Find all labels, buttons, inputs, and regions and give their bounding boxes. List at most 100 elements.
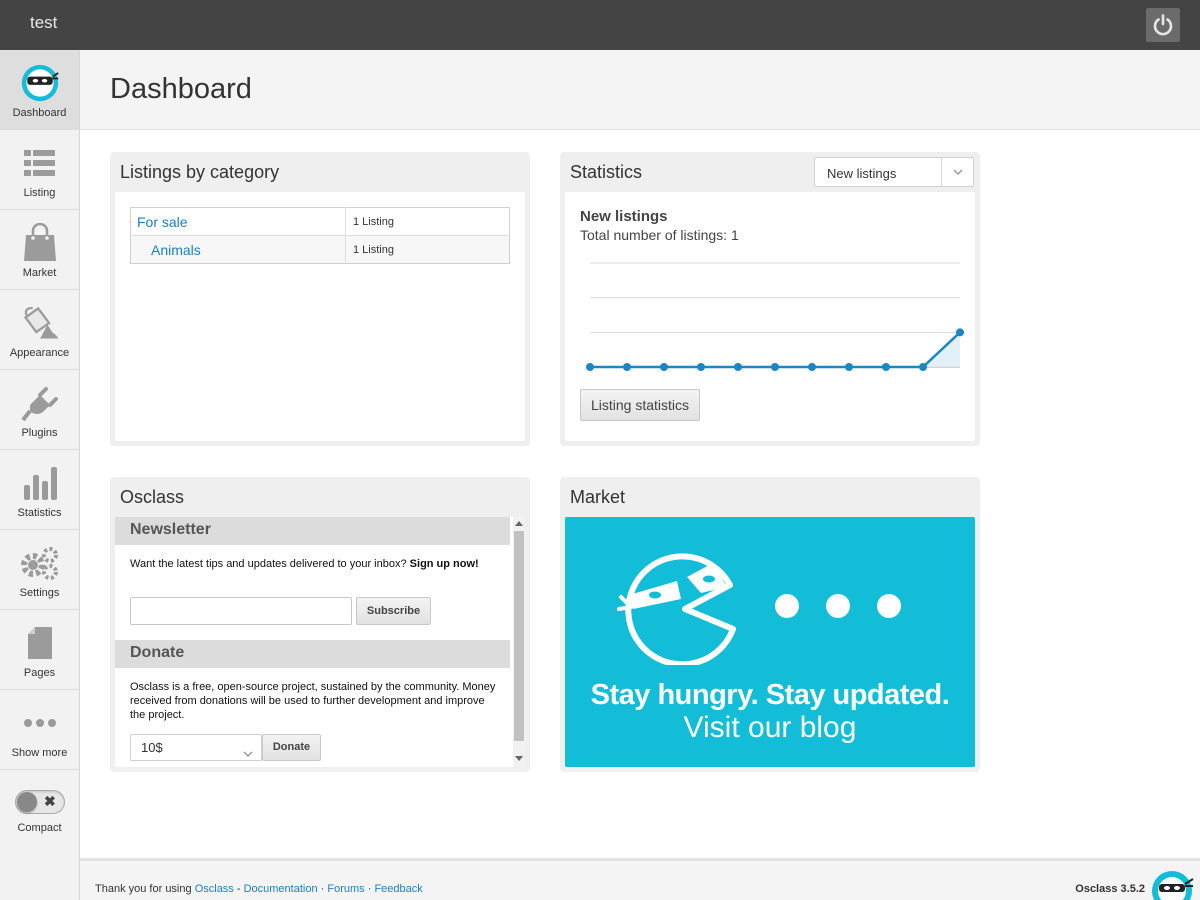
scroll-thumb[interactable]	[514, 531, 524, 741]
osclass-widget: Osclass Newsletter Want the latest tips …	[110, 477, 530, 772]
chart-point[interactable]	[623, 363, 631, 371]
banner-link-text[interactable]: Visit our blog	[565, 711, 975, 745]
chevron-down-icon	[243, 744, 253, 762]
sidebar-item-label: Dashboard	[12, 107, 67, 119]
statistics-widget: Statistics New listings New listings Tot…	[560, 152, 980, 446]
newsletter-text-main: Want the latest tips and updates deliver…	[130, 558, 407, 570]
scroll-down-icon[interactable]	[515, 756, 523, 762]
widget-title: Market	[570, 487, 626, 507]
compact-toggle-item: ✖ Compact	[0, 770, 79, 850]
subscribe-button[interactable]: Subscribe	[356, 597, 431, 625]
compact-label: Compact	[17, 822, 62, 834]
listing-count: 1 Listing	[345, 235, 510, 264]
donation-amount-select[interactable]: 10$	[130, 734, 262, 761]
listing-count: 1 Listing	[345, 207, 510, 236]
chart-point[interactable]	[956, 328, 964, 337]
sidebar-item-dashboard[interactable]: Dashboard	[0, 50, 79, 130]
widget-body: New listings Total number of listings: 1…	[565, 192, 975, 441]
chart-point[interactable]	[660, 363, 668, 371]
compact-toggle[interactable]: ✖	[15, 790, 65, 814]
power-icon	[1153, 14, 1173, 36]
chart-point[interactable]	[586, 363, 594, 371]
more-dots-icon	[20, 703, 60, 743]
page-title: Dashboard	[110, 73, 252, 105]
logout-button[interactable]	[1146, 8, 1180, 42]
donate-text: Osclass is a free, open-source project, …	[130, 681, 496, 721]
site-name-link[interactable]: test	[30, 13, 57, 33]
table-row: Animals 1 Listing	[130, 235, 510, 264]
donate-section-header: Donate	[115, 640, 510, 668]
sidebar-item-label: Settings	[19, 587, 60, 599]
sidebar: Dashboard Listing Market Appearance Plug…	[0, 50, 80, 900]
footer-link-feedback[interactable]: Feedback	[374, 883, 422, 895]
select-value: New listings	[827, 166, 897, 181]
plug-icon	[20, 383, 60, 423]
table-row: For sale 1 Listing	[130, 207, 510, 236]
chart-point[interactable]	[882, 363, 890, 371]
sidebar-item-label: Pages	[23, 667, 56, 679]
dots-icon	[775, 594, 901, 618]
newsletter-text: Want the latest tips and updates deliver…	[130, 557, 495, 571]
footer-link-osclass[interactable]: Osclass	[195, 883, 234, 895]
sidebar-item-label: Listing	[23, 187, 56, 199]
shopping-bag-icon	[20, 223, 60, 263]
category-table: For sale 1 Listing Animals 1 Listing	[130, 207, 510, 264]
chart-point[interactable]	[771, 363, 779, 371]
chart-point[interactable]	[845, 363, 853, 371]
chart-point[interactable]	[734, 363, 742, 371]
sidebar-item-appearance[interactable]: Appearance	[0, 290, 79, 370]
category-link[interactable]: Animals	[130, 235, 346, 264]
blog-banner[interactable]: Stay hungry. Stay updated. Visit our blo…	[565, 517, 975, 767]
chart-area	[590, 332, 960, 367]
widget-body: Newsletter Want the latest tips and upda…	[115, 517, 525, 767]
sidebar-item-settings[interactable]: Settings	[0, 530, 79, 610]
sidebar-item-market[interactable]: Market	[0, 210, 79, 290]
footer: Thank you for using Osclass - Documentat…	[80, 858, 1200, 900]
donate-button[interactable]: Donate	[262, 734, 321, 761]
section-title: Donate	[130, 644, 185, 661]
widget-title: Osclass	[120, 487, 185, 507]
banner-headline: Stay hungry. Stay updated.	[590, 679, 950, 711]
category-link[interactable]: For sale	[130, 207, 346, 236]
toggle-knob	[17, 792, 37, 812]
statistics-type-select[interactable]: New listings	[814, 157, 974, 187]
newsletter-email-input[interactable]	[130, 597, 352, 625]
chart-point[interactable]	[919, 363, 927, 371]
ninja-logo-icon	[20, 63, 60, 103]
footer-text: Thank you for using Osclass - Documentat…	[95, 883, 423, 895]
footer-prefix: Thank you for using	[95, 883, 192, 895]
scroll-up-icon[interactable]	[515, 520, 523, 526]
scrollbar[interactable]	[513, 517, 525, 767]
hungry-ninja-icon	[617, 553, 736, 665]
stat-total: Total number of listings: 1	[580, 227, 739, 243]
gears-icon	[20, 543, 60, 583]
sidebar-item-label: Statistics	[17, 507, 62, 519]
sidebar-item-show-more[interactable]: Show more	[0, 690, 79, 770]
stat-heading: New listings	[580, 208, 668, 225]
chart-series-line	[590, 331, 961, 369]
version-text: Osclass 3.5.2	[1075, 883, 1145, 895]
bar-chart-icon	[20, 463, 60, 503]
newsletter-text-bold: Sign up now!	[409, 558, 479, 570]
osclass-logo-icon[interactable]	[1152, 869, 1196, 900]
newsletter-section-header: Newsletter	[115, 517, 510, 545]
listings-widget: Listings by category For sale 1 Listing …	[110, 152, 530, 446]
footer-link-forums[interactable]: Forums	[327, 883, 364, 895]
listing-statistics-button[interactable]: Listing statistics	[580, 389, 700, 421]
listings-chart	[586, 262, 964, 371]
paint-bucket-icon	[20, 303, 60, 343]
sidebar-item-label: Show more	[11, 747, 68, 759]
chevron-down-icon	[941, 158, 973, 186]
close-icon: ✖	[44, 793, 56, 809]
footer-link-documentation[interactable]: Documentation	[244, 883, 318, 895]
sidebar-item-statistics[interactable]: Statistics	[0, 450, 79, 530]
sidebar-item-label: Plugins	[21, 427, 58, 439]
footer-separator: -	[233, 883, 244, 895]
sidebar-item-pages[interactable]: Pages	[0, 610, 79, 690]
chart-point[interactable]	[808, 363, 816, 371]
chart-point[interactable]	[697, 363, 705, 371]
sidebar-item-plugins[interactable]: Plugins	[0, 370, 79, 450]
market-widget: Market Stay hungry. Stay updated. Visit …	[560, 477, 980, 772]
footer-separator: ·	[317, 883, 328, 895]
sidebar-item-listing[interactable]: Listing	[0, 130, 79, 210]
